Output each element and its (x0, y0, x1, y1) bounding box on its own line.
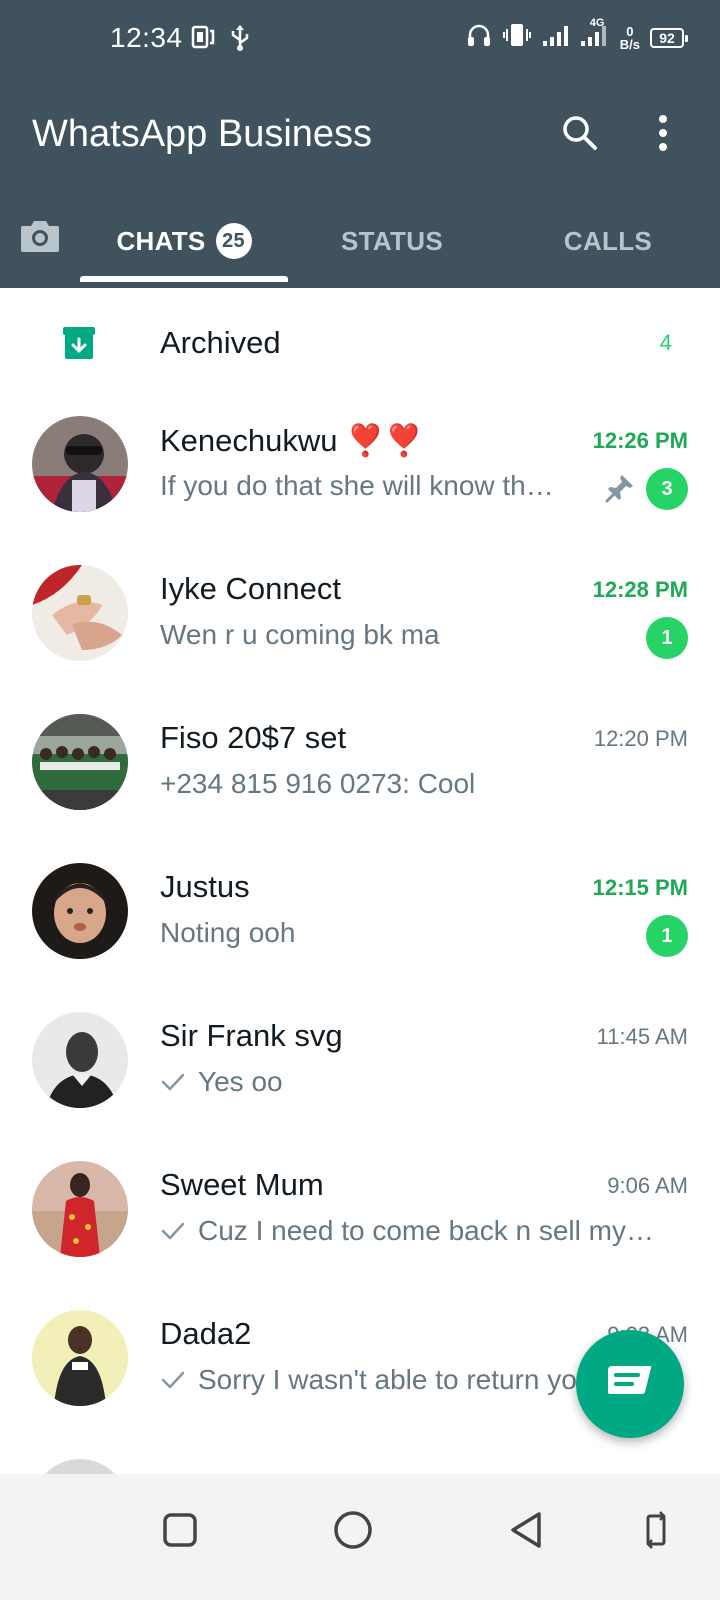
chat-row-kenechukwu[interactable]: Kenechukwu ❣️❣️ 12:26 PM If you do that … (0, 410, 720, 560)
nav-recents-button[interactable] (150, 1500, 210, 1560)
chat-name: Sweet Mum (160, 1167, 324, 1202)
avatar[interactable] (32, 714, 128, 810)
circle-icon (334, 1511, 372, 1549)
new-chat-button[interactable] (576, 1330, 684, 1438)
chat-name: Justus (160, 869, 250, 904)
chat-name: Fiso 20$7 set (160, 720, 347, 755)
chat-time: 12:20 PM (593, 726, 688, 751)
archived-row[interactable]: Archived 4 (0, 290, 720, 400)
delivered-tick-icon (161, 1222, 185, 1240)
rotate-icon (646, 1511, 666, 1549)
chat-time: 12:26 PM (592, 428, 688, 453)
chat-time: 11:45 AM (596, 1024, 688, 1049)
tab-camera[interactable] (14, 214, 66, 258)
signal-icon (542, 23, 570, 52)
chat-last-message: +234 815 916 0273: Cool (160, 768, 476, 799)
avatar[interactable] (32, 1012, 128, 1108)
square-icon (163, 1513, 197, 1547)
avatar[interactable] (32, 565, 128, 661)
archived-count: 4 (659, 330, 672, 355)
chat-row-justus[interactable]: Justus 12:15 PM Noting ooh 1 (0, 857, 720, 1007)
tab-status-label: STATUS (341, 225, 443, 256)
tab-calls-label: CALLS (563, 225, 653, 256)
new-chat-icon (608, 1366, 652, 1394)
signal-4g-icon: 4G (580, 17, 610, 52)
chat-last-message: Yes oo (160, 1066, 580, 1098)
chat-last-message: If you do that she will know th… (160, 470, 554, 501)
tab-status[interactable]: STATUS (288, 200, 496, 282)
more-options-button[interactable] (638, 108, 688, 158)
chat-time: 12:28 PM (592, 577, 688, 602)
pin-icon (604, 472, 636, 509)
delivered-tick-icon (161, 1371, 185, 1389)
back-triangle-icon (511, 1512, 541, 1548)
avatar[interactable] (32, 1161, 128, 1257)
tab-calls[interactable]: CALLS (496, 200, 720, 282)
screen-record-icon (190, 24, 216, 57)
chat-last-message-text: Cuz I need to come back n sell my… (198, 1215, 654, 1246)
chat-name: Sir Frank svg (160, 1018, 343, 1053)
headphones-icon (466, 22, 492, 53)
chat-last-message: Noting ooh (160, 917, 296, 948)
status-time: 12:34 (110, 22, 183, 53)
delivered-tick-icon (161, 1073, 185, 1091)
nav-rotate-button[interactable] (626, 1500, 686, 1560)
status-bar: 12:34 4G 0 B/s 92 (0, 0, 720, 80)
chat-last-message-text: Yes oo (198, 1066, 283, 1097)
chat-row-sweet-mum[interactable]: Sweet Mum 9:06 AM Cuz I need to come bac… (0, 1155, 720, 1305)
system-nav-bar (0, 1474, 720, 1600)
chat-name: Dada2 (160, 1316, 252, 1351)
network-speed-unit: B/s (619, 36, 640, 52)
chat-name: Iyke Connect (160, 571, 341, 606)
archive-icon (60, 324, 98, 367)
avatar[interactable] (32, 863, 128, 959)
chat-row-fiso[interactable]: Fiso 20$7 set 12:20 PM +234 815 916 0273… (0, 708, 720, 858)
status-right-icons: 4G 0 B/s 92 (466, 17, 688, 53)
unread-badge: 1 (646, 617, 688, 659)
chat-row-sir-frank[interactable]: Sir Frank svg 11:45 AM Yes oo (0, 1006, 720, 1156)
nav-home-button[interactable] (323, 1500, 383, 1560)
network-speed-value: 0 (626, 23, 634, 39)
avatar[interactable] (32, 1310, 128, 1406)
vibrate-icon (502, 22, 532, 53)
avatar[interactable] (32, 416, 128, 512)
unread-badge: 1 (646, 915, 688, 957)
status-left-icons (190, 24, 252, 57)
network-speed: 0 B/s (620, 25, 640, 51)
chat-last-message: Wen r u coming bk ma (160, 619, 440, 650)
chat-time: 12:15 PM (592, 875, 688, 900)
network-type: 4G (589, 17, 605, 29)
search-icon (563, 116, 597, 150)
tab-chats[interactable]: CHATS 25 (80, 200, 288, 282)
unread-badge: 3 (646, 468, 688, 510)
camera-icon (21, 221, 59, 252)
more-vert-icon (659, 115, 667, 151)
archived-label: Archived (160, 325, 281, 360)
chat-name: Kenechukwu ❣️❣️ (160, 423, 424, 458)
nav-back-button[interactable] (496, 1500, 556, 1560)
active-tab-indicator (80, 276, 288, 282)
chat-row-iyke-connect[interactable]: Iyke Connect 12:28 PM Wen r u coming bk … (0, 559, 720, 709)
app-title: WhatsApp Business (32, 113, 373, 155)
app-header: 12:34 4G 0 B/s 92 WhatsApp Business CHAT… (0, 0, 720, 288)
tab-chats-label: CHATS (116, 225, 206, 256)
chat-last-message: Cuz I need to come back n sell my… (160, 1215, 670, 1247)
chat-time: 9:06 AM (607, 1173, 688, 1198)
search-button[interactable] (555, 108, 605, 158)
battery-indicator: 92 (650, 27, 688, 48)
tab-bar: CHATS 25 STATUS CALLS (0, 200, 720, 288)
usb-icon (228, 24, 252, 57)
tab-chats-badge: 25 (215, 223, 252, 259)
